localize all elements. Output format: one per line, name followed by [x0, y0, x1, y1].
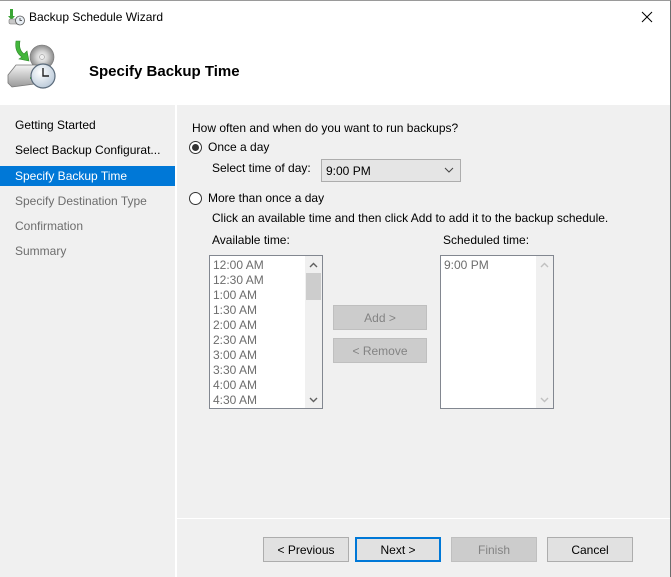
backup-schedule-icon: [7, 40, 56, 89]
available-time-list[interactable]: 12:00 AM 12:30 AM 1:00 AM 1:30 AM 2:00 A…: [209, 255, 323, 409]
sidebar-item-select-backup-configuration[interactable]: Select Backup Configurat...: [0, 140, 175, 160]
time-of-day-select[interactable]: 9:00 PM: [321, 159, 461, 182]
add-time-button[interactable]: Add >: [333, 305, 427, 330]
scheduled-time-label: Scheduled time:: [443, 233, 530, 247]
chevron-down-icon: [309, 397, 318, 402]
backup-schedule-wizard-window: Backup Schedule Wizard Specify Backup Ti…: [0, 0, 671, 577]
cancel-button[interactable]: Cancel: [547, 537, 633, 562]
close-button[interactable]: [624, 1, 670, 33]
wizard-steps-sidebar: Getting Started Select Backup Configurat…: [0, 105, 175, 577]
sidebar-item-summary: Summary: [15, 244, 67, 258]
title-bar: Backup Schedule Wizard: [0, 1, 670, 33]
wizard-footer: < Previous Next > Finish Cancel: [177, 519, 670, 577]
time-of-day-label: Select time of day:: [212, 161, 311, 175]
finish-button[interactable]: Finish: [451, 537, 537, 562]
remove-time-button[interactable]: < Remove: [333, 338, 427, 363]
scheduled-time-scrollbar[interactable]: [536, 256, 553, 408]
once-a-day-label[interactable]: Once a day: [208, 140, 269, 154]
chevron-up-icon: [309, 262, 318, 267]
page-title: Specify Backup Time: [89, 63, 240, 80]
available-time-label: Available time:: [212, 233, 290, 247]
scroll-down-button[interactable]: [305, 391, 322, 408]
more-than-once-radio[interactable]: [189, 192, 202, 205]
close-icon: [641, 11, 653, 23]
scroll-down-button[interactable]: [536, 391, 553, 408]
wizard-content: How often and when do you want to run ba…: [177, 105, 670, 518]
chevron-down-icon: [540, 397, 549, 402]
more-than-once-label[interactable]: More than once a day: [208, 191, 324, 205]
next-button[interactable]: Next >: [355, 537, 441, 562]
once-a-day-radio[interactable]: [189, 141, 202, 154]
scheduled-time-list[interactable]: 9:00 PM: [440, 255, 554, 409]
available-time-scrollbar[interactable]: [305, 256, 322, 408]
sidebar-item-specify-backup-time[interactable]: Specify Backup Time: [0, 166, 175, 186]
window-title: Backup Schedule Wizard: [29, 10, 164, 24]
scroll-up-button[interactable]: [536, 256, 553, 273]
previous-button[interactable]: < Previous: [263, 537, 349, 562]
chevron-down-icon: [444, 167, 454, 173]
chevron-up-icon: [540, 262, 549, 267]
time-of-day-value: 9:00 PM: [326, 164, 371, 178]
sidebar-item-confirmation: Confirmation: [15, 219, 84, 233]
schedule-instructions: Click an available time and then click A…: [212, 211, 609, 225]
frequency-question: How often and when do you want to run ba…: [192, 121, 459, 135]
scroll-thumb[interactable]: [306, 273, 321, 300]
sidebar-item-getting-started[interactable]: Getting Started: [0, 115, 175, 135]
sidebar-item-specify-destination-type: Specify Destination Type: [15, 194, 147, 208]
wizard-header: Specify Backup Time: [0, 33, 670, 103]
backup-schedule-icon: [8, 9, 25, 26]
scroll-up-button[interactable]: [305, 256, 322, 273]
